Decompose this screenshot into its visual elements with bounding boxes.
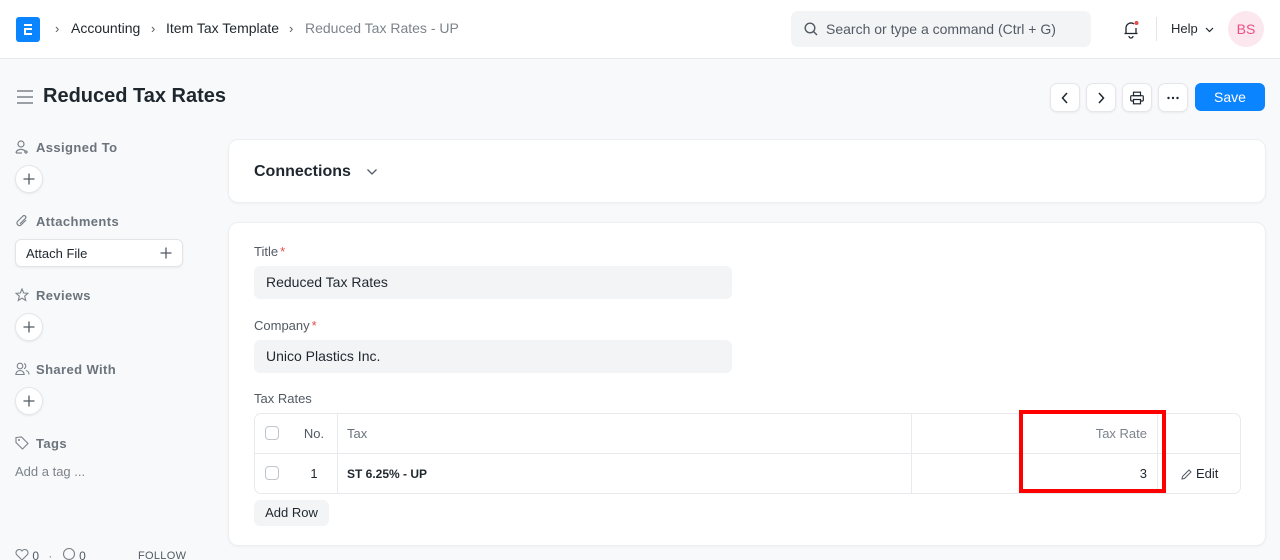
save-button[interactable]: Save — [1195, 83, 1265, 111]
tax-cell[interactable]: ST 6.25% - UP — [347, 454, 427, 493]
connections-title[interactable]: Connections — [254, 163, 351, 181]
navbar: › Accounting › Item Tax Template › Reduc… — [0, 0, 1280, 59]
add-share-button[interactable] — [15, 387, 43, 415]
breadcrumb-accounting[interactable]: Accounting — [71, 20, 140, 36]
navbar-divider — [1156, 17, 1157, 41]
breadcrumb-separator-icon: › — [55, 21, 60, 36]
tag-icon — [15, 436, 29, 450]
tax-rate-cell[interactable]: 3 — [1021, 454, 1147, 493]
chevron-down-icon[interactable] — [366, 168, 378, 176]
sidebar-toggle-icon[interactable] — [17, 90, 33, 104]
company-field-label: Company * — [254, 318, 317, 333]
attach-file-button[interactable]: Attach File — [15, 239, 183, 267]
title-label-text: Title — [254, 244, 279, 259]
notification-bell-icon[interactable] — [1122, 19, 1140, 39]
pencil-icon — [1181, 469, 1192, 480]
previous-record-button[interactable] — [1050, 83, 1080, 112]
help-label: Help — [1171, 21, 1198, 36]
star-icon — [15, 288, 29, 302]
reviews-label: Reviews — [36, 288, 91, 303]
edit-label: Edit — [1196, 466, 1219, 481]
add-row-button[interactable]: Add Row — [254, 500, 329, 526]
edit-row-button[interactable]: Edit — [1181, 466, 1218, 481]
chevron-left-icon — [1061, 91, 1068, 104]
add-review-button[interactable] — [15, 313, 43, 341]
title-input[interactable]: Reduced Tax Rates — [254, 266, 732, 299]
paperclip-icon — [16, 214, 27, 227]
header-tax: Tax — [347, 426, 368, 441]
chevron-right-icon — [1098, 91, 1105, 104]
attachments-label: Attachments — [36, 214, 120, 229]
tax-rates-label: Tax Rates — [254, 391, 312, 406]
required-indicator: * — [311, 318, 317, 333]
plus-icon — [160, 247, 172, 259]
printer-icon — [1130, 91, 1144, 104]
next-record-button[interactable] — [1086, 83, 1116, 112]
attach-file-label: Attach File — [26, 246, 88, 261]
breadcrumb-item-tax-template[interactable]: Item Tax Template — [166, 20, 279, 36]
header-no: No. — [303, 426, 325, 441]
shared-with-label: Shared With — [36, 362, 117, 377]
breadcrumb-separator-icon: › — [151, 21, 156, 36]
tax-rates-table: No. Tax Tax Rate 1 ST 6.25% - UP 3 Edit — [254, 413, 1241, 494]
select-all-checkbox[interactable] — [265, 426, 279, 440]
assigned-to-label: Assigned To — [36, 140, 118, 155]
header-tax-rate: Tax Rate — [1095, 426, 1147, 441]
logo-e-icon — [24, 24, 32, 35]
row-number: 1 — [310, 466, 318, 481]
comment-count: 0 — [79, 549, 86, 560]
plus-icon — [23, 173, 35, 185]
title-field-label: Title * — [254, 244, 285, 259]
form-section: Title * Reduced Tax Rates Company * Unico … — [228, 222, 1266, 546]
table-header-row: No. Tax Tax Rate — [255, 414, 1240, 454]
page-title: Reduced Tax Rates — [43, 85, 227, 107]
row-checkbox[interactable] — [265, 466, 279, 480]
required-indicator: * — [280, 244, 286, 259]
table-row[interactable]: 1 ST 6.25% - UP 3 Edit — [255, 454, 1240, 493]
print-button[interactable] — [1122, 83, 1152, 112]
comment-button[interactable] — [62, 547, 76, 560]
search-input[interactable]: Search or type a command (Ctrl + G) — [791, 11, 1091, 47]
assign-user-icon — [15, 140, 28, 154]
connections-section: Connections — [228, 139, 1266, 203]
comment-icon — [62, 547, 75, 560]
plus-icon — [23, 321, 35, 333]
breadcrumb-separator-icon: › — [289, 21, 294, 36]
app-logo[interactable] — [16, 17, 40, 42]
document-stats: 0 · 0 — [15, 547, 86, 560]
add-assignee-button[interactable] — [15, 165, 43, 193]
search-icon — [804, 22, 818, 36]
tags-label: Tags — [36, 436, 67, 451]
user-avatar[interactable]: BS — [1228, 11, 1264, 47]
users-icon — [15, 362, 30, 376]
like-button[interactable] — [15, 548, 29, 560]
search-placeholder: Search or type a command (Ctrl + G) — [826, 21, 1056, 37]
more-horizontal-icon — [1167, 96, 1179, 99]
company-input[interactable]: Unico Plastics Inc. — [254, 340, 732, 373]
like-count: 0 — [32, 549, 40, 560]
breadcrumb-current: Reduced Tax Rates - UP — [305, 20, 459, 36]
heart-icon — [15, 548, 29, 560]
chevron-down-icon — [1205, 27, 1214, 32]
plus-icon — [23, 395, 35, 407]
help-dropdown[interactable]: Help — [1171, 21, 1214, 36]
more-actions-button[interactable] — [1158, 83, 1188, 112]
stats-separator: · — [48, 549, 53, 560]
add-tag-link[interactable]: Add a tag ... — [15, 464, 85, 479]
follow-button[interactable]: FOLLOW — [138, 550, 186, 560]
company-label-text: Company — [254, 318, 310, 333]
